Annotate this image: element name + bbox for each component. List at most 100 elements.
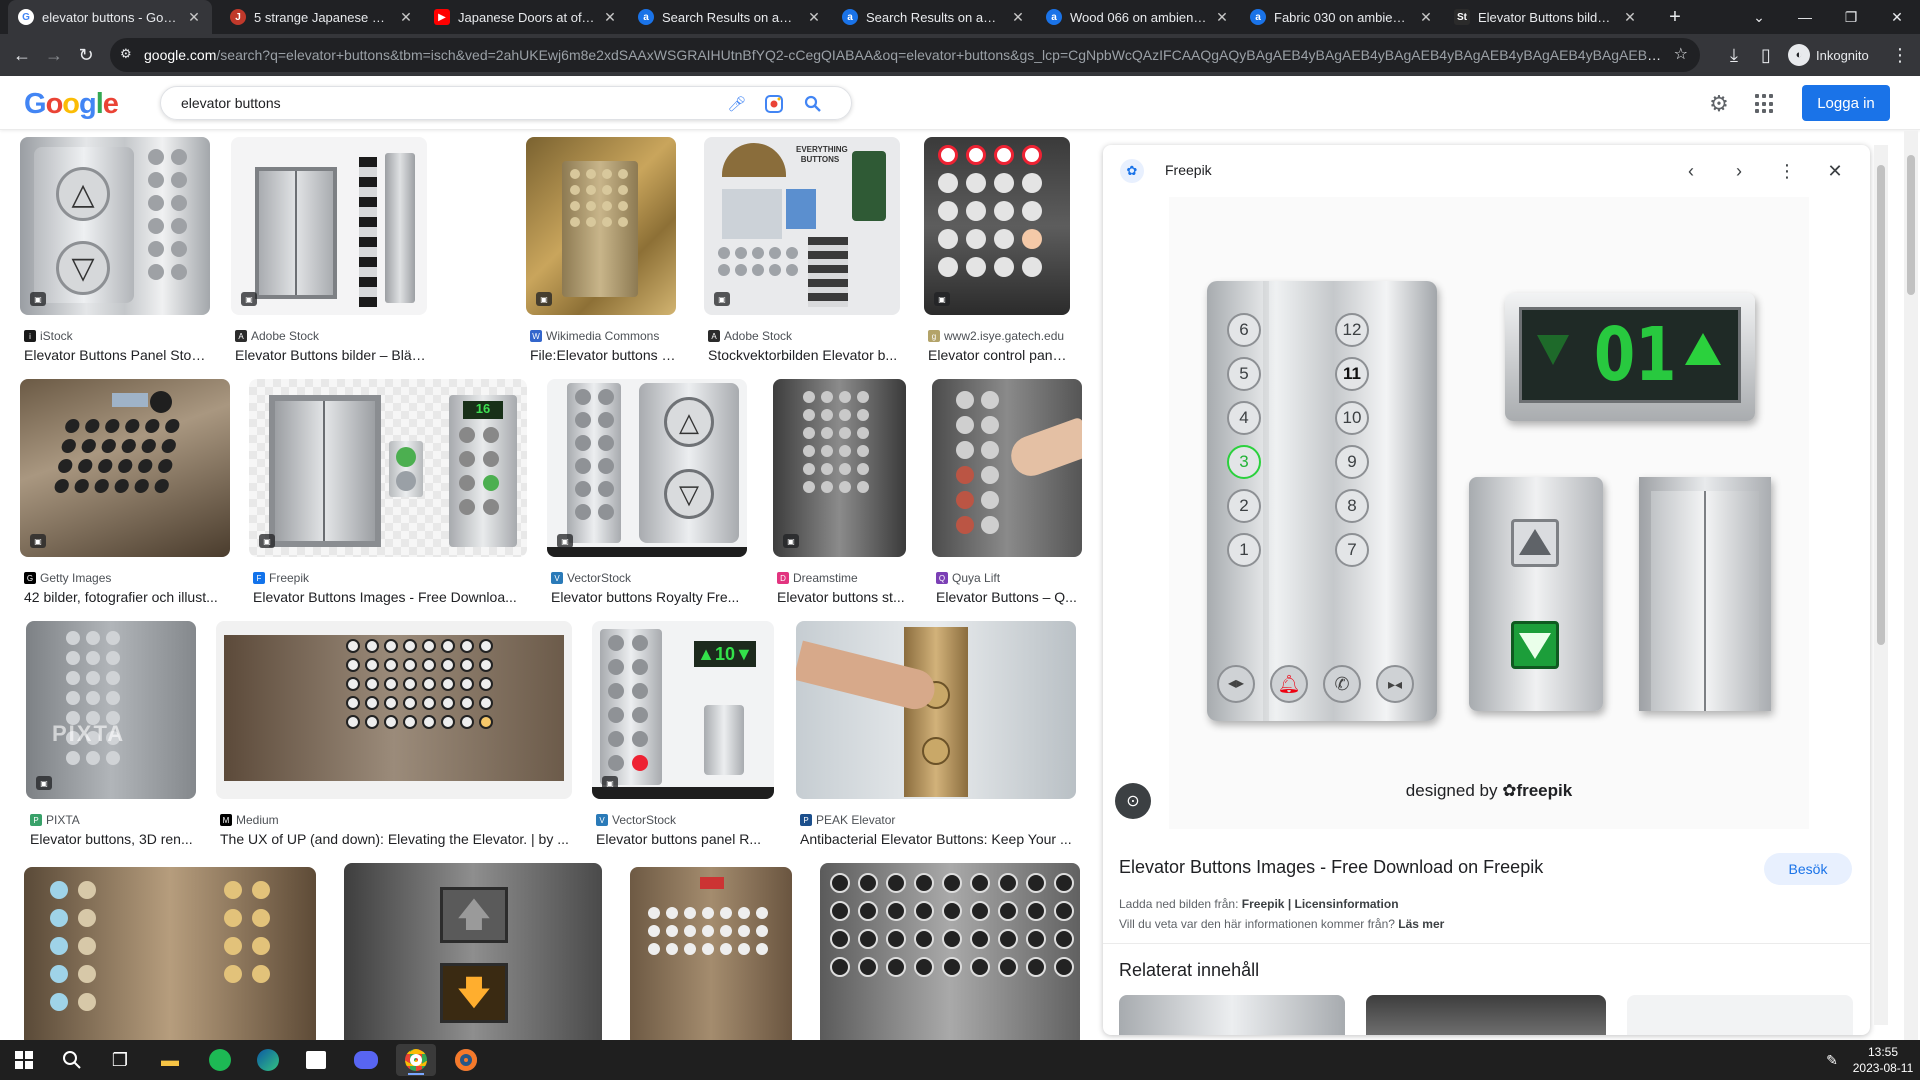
result-title[interactable]: 42 bilder, fotografier och illust... <box>24 589 230 605</box>
result-title[interactable]: Elevator buttons Royalty Fre... <box>551 589 747 605</box>
result-card[interactable]: Q Quya Lift Elevator Buttons – Q... <box>932 379 1082 611</box>
incognito-profile-button[interactable]: ◐ Inkognito <box>1788 41 1869 69</box>
close-tab-icon[interactable]: ✕ <box>806 9 822 26</box>
chrome-icon[interactable] <box>396 1044 436 1076</box>
bookmark-star-icon[interactable]: ☆ <box>1674 44 1688 64</box>
tab-adobe-stock[interactable]: St Elevator Buttons bilder – Bläddra ✕ <box>1444 0 1648 34</box>
result-title[interactable]: Elevator Buttons Images - Free Downloa..… <box>253 589 527 605</box>
restore-icon[interactable]: ❐ <box>1828 0 1874 34</box>
login-button[interactable]: Logga in <box>1802 85 1890 121</box>
result-thumbnail[interactable] <box>796 621 1076 799</box>
system-clock[interactable]: 13:55 2023-08-11 <box>1848 1044 1918 1076</box>
google-lens-icon[interactable]: ⊙ <box>1115 783 1151 819</box>
close-tab-icon[interactable]: ✕ <box>186 9 202 26</box>
search-icon[interactable] <box>802 93 824 115</box>
result-thumbnail[interactable] <box>630 867 792 1040</box>
result-title[interactable]: Elevator buttons, 3D ren... <box>30 831 196 847</box>
result-card[interactable]: 16 ▣ F Freepik Elevator Buttons Images - … <box>249 379 527 611</box>
tab-fabric-030[interactable]: a Fabric 030 on ambientCG ✕ <box>1240 0 1444 34</box>
tab-search-chevron-icon[interactable]: ⌄ <box>1736 0 1782 34</box>
close-tab-icon[interactable]: ✕ <box>1418 9 1434 26</box>
result-card[interactable] <box>24 867 316 1040</box>
result-card[interactable] <box>630 867 792 1040</box>
result-thumbnail[interactable] <box>820 863 1080 1040</box>
site-info-tune-icon[interactable]: ⚙ <box>120 46 138 64</box>
minimize-icon[interactable]: — <box>1782 0 1828 34</box>
result-title[interactable]: The UX of UP (and down): Elevating the E… <box>220 831 572 847</box>
spotify-icon[interactable] <box>200 1044 240 1076</box>
browser-menu-icon[interactable]: ⋮ <box>1886 41 1914 69</box>
result-card[interactable]: △ ▽ ▣ i iStock Elevator Buttons Panel Sto… <box>20 137 210 369</box>
new-tab-plus-icon[interactable]: + <box>1662 4 1688 30</box>
result-thumbnail[interactable]: 🡅︎ 🡇︎ <box>344 863 602 1040</box>
edge-icon[interactable] <box>248 1044 288 1076</box>
preview-scrollbar[interactable] <box>1874 145 1888 1025</box>
google-apps-icon[interactable] <box>1755 94 1775 114</box>
result-title[interactable]: Antibacterial Elevator Buttons: Keep You… <box>800 831 1076 847</box>
blender-icon[interactable] <box>446 1044 486 1076</box>
related-thumbnail[interactable] <box>1366 995 1606 1035</box>
result-title[interactable]: Elevator buttons panel R... <box>596 831 774 847</box>
result-thumbnail[interactable] <box>216 621 572 799</box>
preview-image[interactable]: 654321 12 11 10 9 8 7 ◂▸ 🔔︎ ✆ ▸◂ 01 designed <box>1169 197 1809 829</box>
close-window-icon[interactable]: ✕ <box>1874 0 1920 34</box>
discord-icon[interactable] <box>346 1044 386 1076</box>
tab-ambientcg-search-2[interactable]: a Search Results on ambientCG ✕ <box>832 0 1036 34</box>
result-card[interactable]: ▣ A Adobe Stock Elevator Buttons bilder –… <box>231 137 427 369</box>
result-thumbnail[interactable]: ▣ <box>773 379 906 557</box>
microphone-icon[interactable]: 🎤︎ <box>726 93 748 115</box>
side-panel-icon[interactable]: ▯ <box>1752 41 1780 69</box>
result-card[interactable]: ▣ D Dreamstime Elevator buttons st... <box>773 379 906 611</box>
tab-wood-066[interactable]: a Wood 066 on ambientCG ✕ <box>1036 0 1240 34</box>
task-view-icon[interactable]: ❐ <box>100 1044 140 1076</box>
related-thumbnail[interactable] <box>1119 995 1345 1035</box>
result-title[interactable]: Elevator Buttons Panel Stock Photo <box>24 347 210 363</box>
result-thumbnail[interactable]: EVERYTHING BUTTONS ▣ <box>704 137 900 315</box>
result-card[interactable] <box>820 863 1080 1040</box>
result-card[interactable]: ▣ g www2.isye.gatech.edu Elevator control… <box>924 137 1070 369</box>
result-card[interactable]: M Medium The UX of UP (and down): Elevati… <box>216 621 572 853</box>
reload-icon[interactable]: ↻ <box>72 41 100 69</box>
read-more-link[interactable]: Läs mer <box>1398 917 1444 931</box>
result-card[interactable]: 🡅︎ 🡇︎ <box>344 863 602 1040</box>
close-tab-icon[interactable]: ✕ <box>1214 9 1230 26</box>
related-thumbnail[interactable] <box>1627 995 1853 1035</box>
close-preview-icon[interactable]: ✕ <box>1821 157 1849 185</box>
result-thumbnail[interactable]: ▣ <box>526 137 676 315</box>
taskbar-search-icon[interactable] <box>52 1044 92 1076</box>
lens-camera-icon[interactable] <box>763 93 785 115</box>
previous-image-chevron-icon[interactable]: ‹ <box>1677 157 1705 185</box>
result-card[interactable]: ▣ G Getty Images 42 bilder, fotografier o… <box>20 379 230 611</box>
tab-google-search[interactable]: G elevator buttons - Google ✕ <box>8 0 212 34</box>
page-scrollbar-thumb[interactable] <box>1907 155 1915 295</box>
back-arrow-icon[interactable]: ← <box>8 41 36 69</box>
address-bar[interactable]: ⚙ google.com/search?q=elevator+buttons&t… <box>110 38 1700 72</box>
pen-tray-icon[interactable]: ✎ <box>1812 1044 1852 1076</box>
result-thumbnail[interactable]: ▣ <box>231 137 427 315</box>
close-tab-icon[interactable]: ✕ <box>602 9 618 26</box>
result-title[interactable]: Stockvektorbilden Elevator b... <box>708 347 900 363</box>
preview-scrollbar-thumb[interactable] <box>1877 165 1885 645</box>
windows-start-icon[interactable] <box>4 1044 44 1076</box>
result-title[interactable]: Elevator Buttons bilder – Bläddra bland.… <box>235 347 427 363</box>
license-info-link[interactable]: Licensinformation <box>1295 897 1399 911</box>
result-title[interactable]: Elevator buttons st... <box>777 589 906 605</box>
result-card[interactable]: △ ▽ ▣ V VectorStock Elevator buttons Roya… <box>547 379 747 611</box>
result-title[interactable]: Elevator Buttons – Q... <box>936 589 1082 605</box>
microsoft-store-icon[interactable] <box>296 1044 336 1076</box>
preview-source-name[interactable]: Freepik <box>1165 162 1212 178</box>
download-info-site-link[interactable]: Freepik <box>1242 897 1285 911</box>
next-image-chevron-icon[interactable]: › <box>1725 157 1753 185</box>
result-card[interactable]: PIXTA ▣ P PIXTA Elevator buttons, 3D ren.… <box>26 621 196 853</box>
result-title[interactable]: Elevator control panels <box>928 347 1070 363</box>
more-options-icon[interactable]: ⋮ <box>1773 157 1801 185</box>
close-tab-icon[interactable]: ✕ <box>398 9 414 26</box>
result-card[interactable]: ▣ W Wikimedia Commons File:Elevator butto… <box>526 137 676 369</box>
close-tab-icon[interactable]: ✕ <box>1010 9 1026 26</box>
result-thumbnail[interactable]: △ ▽ ▣ <box>547 379 747 557</box>
result-thumbnail[interactable]: PIXTA ▣ <box>26 621 196 799</box>
result-title[interactable]: File:Elevator buttons a... <box>530 347 676 363</box>
result-card[interactable]: ▲10▼ ▣ V VectorStock Elevator buttons pan… <box>592 621 774 853</box>
result-thumbnail[interactable]: ▣ <box>20 379 230 557</box>
preview-title[interactable]: Elevator Buttons Images - Free Download … <box>1119 857 1543 878</box>
